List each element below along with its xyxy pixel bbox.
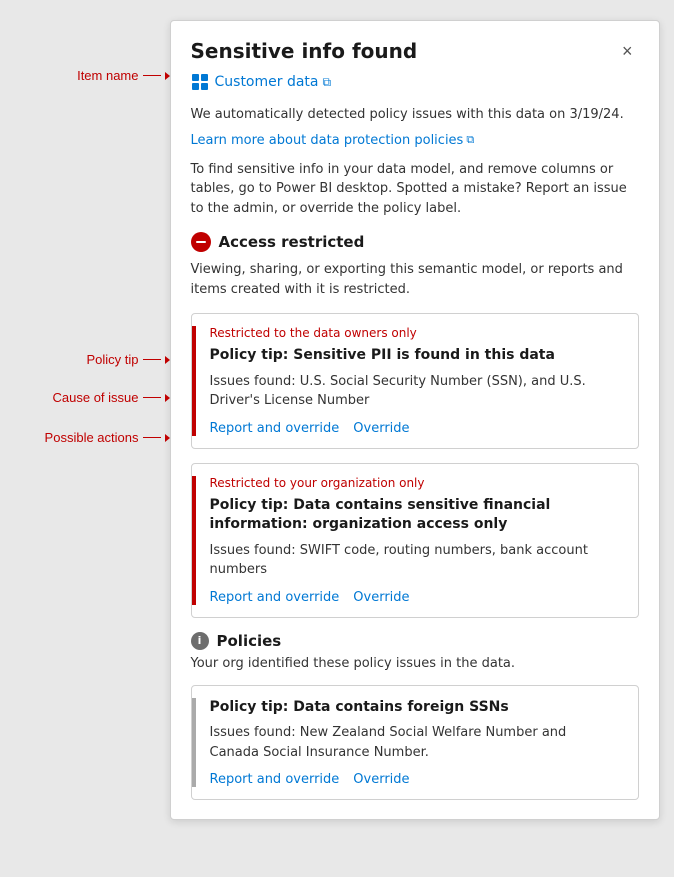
policies-description: Your org identified these policy issues … xyxy=(191,656,639,671)
policy-card-1: Restricted to the data owners only Polic… xyxy=(191,313,639,449)
policy-card-2-content: Restricted to your organization only Pol… xyxy=(210,476,624,605)
policy-card-1-report-override[interactable]: Report and override xyxy=(210,421,340,436)
policy-card-1-restricted-label: Restricted to the data owners only xyxy=(210,326,614,340)
policy-card-1-content: Restricted to the data owners only Polic… xyxy=(210,326,624,436)
policy-card-neutral-1: Policy tip: Data contains foreign SSNs I… xyxy=(191,685,639,801)
learn-more-text: Learn more about data protection policie… xyxy=(191,133,464,148)
tip-text: To find sensitive info in your data mode… xyxy=(191,160,639,219)
close-button[interactable]: × xyxy=(616,40,639,62)
policy-card-1-accent xyxy=(192,326,196,436)
learn-more-icon: ⧉ xyxy=(466,133,474,147)
policy-card-1-override[interactable]: Override xyxy=(353,421,409,436)
policy-card-neutral-1-override[interactable]: Override xyxy=(353,772,409,787)
item-grid-icon xyxy=(191,73,209,91)
annotation-cause-of-issue: Cause of issue xyxy=(53,390,139,405)
item-name-row: Customer data ⧉ xyxy=(171,73,659,91)
policy-card-2-title: Policy tip: Data contains sensitive fina… xyxy=(210,496,614,535)
policy-card-2-report-override[interactable]: Report and override xyxy=(210,590,340,605)
policies-title: Policies xyxy=(217,632,282,650)
policies-section-header: i Policies xyxy=(191,632,639,650)
sensitive-info-panel: Sensitive info found × Customer data ⧉ W… xyxy=(170,20,660,820)
panel-header: Sensitive info found × xyxy=(171,21,659,73)
policy-card-neutral-1-title: Policy tip: Data contains foreign SSNs xyxy=(210,698,614,718)
annotation-item-name: Item name xyxy=(77,68,138,83)
intro-section: We automatically detected policy issues … xyxy=(171,105,659,218)
policy-card-1-title: Policy tip: Sensitive PII is found in th… xyxy=(210,346,614,366)
access-restricted-header: Access restricted xyxy=(191,232,639,252)
item-name-text: Customer data xyxy=(215,74,319,90)
info-circle-icon: i xyxy=(191,632,209,650)
policy-card-2-accent xyxy=(192,476,196,605)
policy-card-2-actions: Report and override Override xyxy=(210,590,614,605)
policy-card-neutral-1-actions: Report and override Override xyxy=(210,772,614,787)
policy-card-neutral-1-accent xyxy=(192,698,196,788)
policy-card-2: Restricted to your organization only Pol… xyxy=(191,463,639,618)
auto-detect-text: We automatically detected policy issues … xyxy=(191,105,639,125)
learn-more-link[interactable]: Learn more about data protection policie… xyxy=(191,133,475,148)
access-restricted-section: Access restricted Viewing, sharing, or e… xyxy=(171,232,659,618)
policy-card-2-issues: Issues found: SWIFT code, routing number… xyxy=(210,541,614,580)
access-restricted-desc: Viewing, sharing, or exporting this sema… xyxy=(191,260,639,299)
item-external-link-icon: ⧉ xyxy=(323,75,332,90)
policy-card-2-override[interactable]: Override xyxy=(353,590,409,605)
panel-title: Sensitive info found xyxy=(191,39,418,63)
policies-section: i Policies Your org identified these pol… xyxy=(171,632,659,801)
grid-icon xyxy=(192,74,208,90)
policy-card-1-issues: Issues found: U.S. Social Security Numbe… xyxy=(210,372,614,411)
policy-card-neutral-1-report-override[interactable]: Report and override xyxy=(210,772,340,787)
policy-card-2-restricted-label: Restricted to your organization only xyxy=(210,476,614,490)
restricted-icon xyxy=(191,232,211,252)
item-name-link[interactable]: Customer data ⧉ xyxy=(215,74,332,90)
policy-card-1-actions: Report and override Override xyxy=(210,421,614,436)
policy-card-neutral-1-issues: Issues found: New Zealand Social Welfare… xyxy=(210,723,614,762)
access-restricted-title: Access restricted xyxy=(219,233,365,251)
annotation-policy-tip: Policy tip xyxy=(86,352,138,367)
annotation-possible-actions: Possible actions xyxy=(45,430,139,445)
policy-card-neutral-1-content: Policy tip: Data contains foreign SSNs I… xyxy=(210,698,624,788)
